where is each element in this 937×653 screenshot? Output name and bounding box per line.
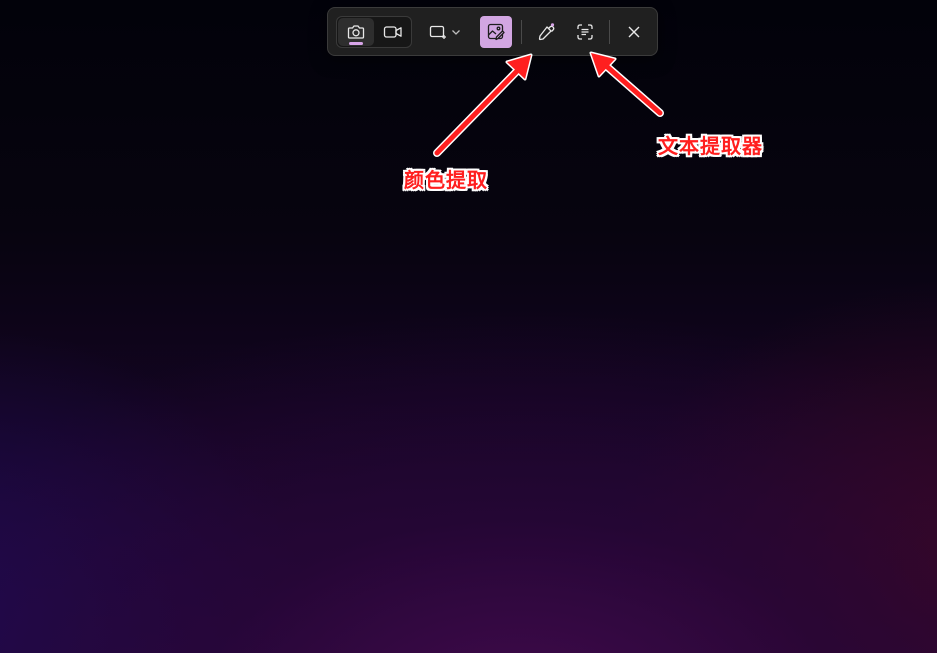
photo-mode-button[interactable] bbox=[338, 18, 374, 46]
color-picker-button[interactable] bbox=[530, 16, 562, 48]
text-extractor-annotation: 文本提取器 bbox=[658, 134, 763, 158]
selected-indicator bbox=[349, 42, 363, 45]
eyedropper-icon bbox=[536, 22, 556, 42]
video-camera-icon bbox=[383, 25, 403, 39]
text-scan-icon bbox=[576, 23, 594, 41]
rectangle-select-icon bbox=[429, 24, 449, 40]
toolbar-divider bbox=[609, 20, 610, 44]
snip-shape-dropdown[interactable] bbox=[424, 16, 466, 48]
toolbar-divider bbox=[521, 20, 522, 44]
color-picker-annotation: 颜色提取 bbox=[404, 168, 488, 192]
arrow-to-text-extractor bbox=[589, 51, 664, 117]
capture-mode-group bbox=[336, 16, 412, 48]
close-button[interactable] bbox=[618, 16, 650, 48]
close-icon bbox=[627, 25, 641, 39]
image-edit-icon bbox=[487, 23, 505, 41]
video-mode-button[interactable] bbox=[375, 18, 411, 46]
snipping-toolbar bbox=[327, 7, 658, 56]
text-extractor-button[interactable] bbox=[569, 16, 601, 48]
annotation-arrows bbox=[433, 51, 664, 157]
edit-image-button[interactable] bbox=[480, 16, 512, 48]
camera-icon bbox=[347, 24, 365, 40]
chevron-down-icon bbox=[451, 28, 461, 36]
arrow-to-color-picker bbox=[433, 53, 533, 157]
